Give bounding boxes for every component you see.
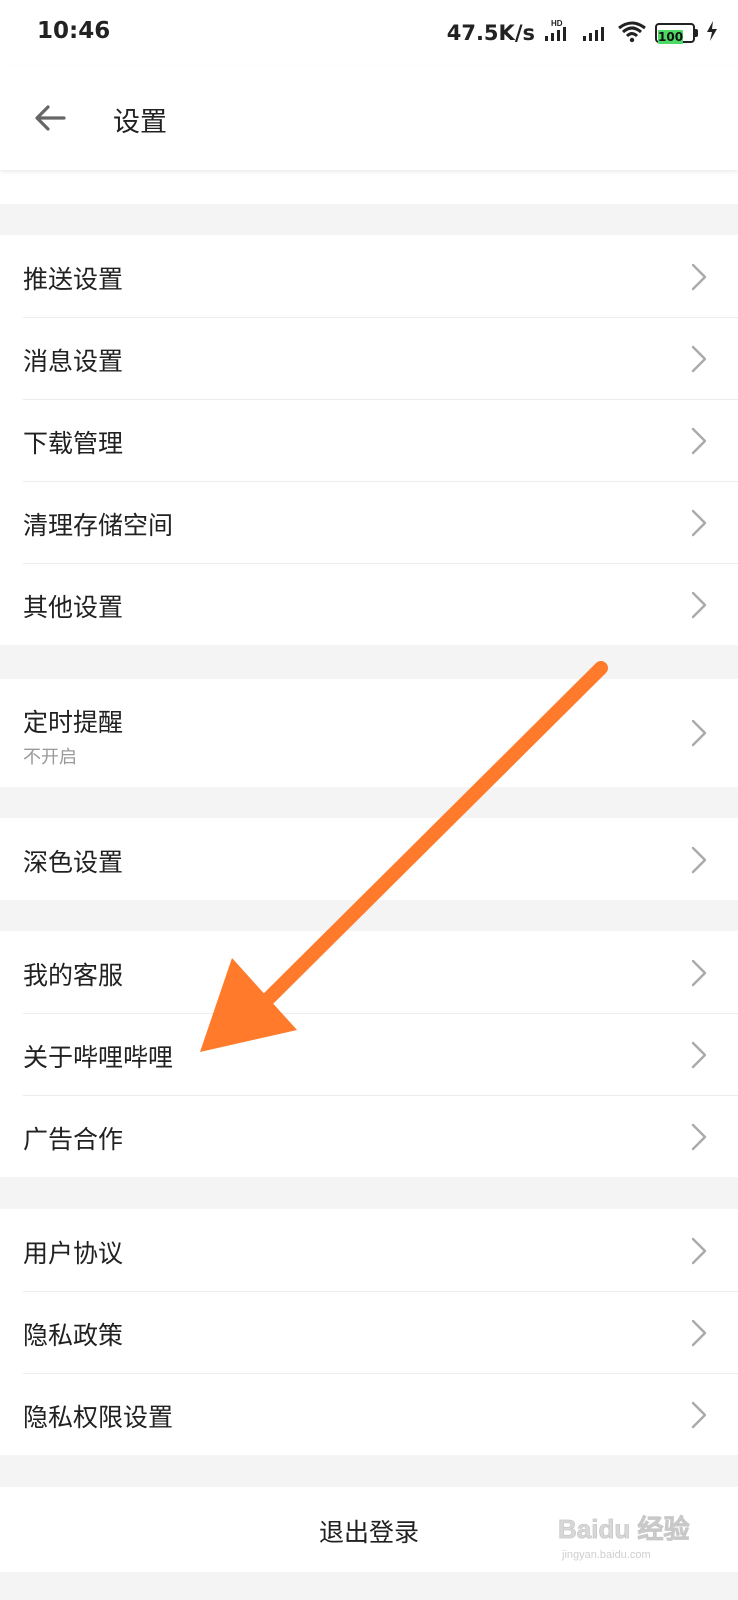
settings-item-user-agreement[interactable]: 用户协议 xyxy=(0,1209,738,1291)
chevron-right-icon xyxy=(691,263,707,291)
settings-item-download[interactable]: 下载管理 xyxy=(0,399,738,481)
chevron-right-icon xyxy=(691,1237,707,1265)
chevron-right-icon xyxy=(691,719,707,747)
chevron-right-icon xyxy=(691,1041,707,1069)
settings-group-theme: 深色设置 xyxy=(0,818,738,900)
settings-item-label: 隐私政策 xyxy=(23,1321,124,1350)
settings-item-customer-service[interactable]: 我的客服 xyxy=(0,931,738,1013)
settings-item-label: 其他设置 xyxy=(23,593,124,622)
signal-icon xyxy=(581,19,609,47)
chevron-right-icon xyxy=(691,427,707,455)
chevron-right-icon xyxy=(691,959,707,987)
settings-item-push[interactable]: 推送设置 xyxy=(0,235,738,317)
settings-group-reminder: 定时提醒 不开启 xyxy=(0,679,738,787)
baidu-watermark: Baidu 经验 jingyan.baidu.com xyxy=(558,1508,698,1568)
page-title: 设置 xyxy=(113,107,167,138)
network-badge: HD xyxy=(551,19,563,28)
signal-icon: HD xyxy=(543,19,573,47)
settings-item-privacy-policy[interactable]: 隐私政策 xyxy=(0,1291,738,1373)
settings-item-label: 用户协议 xyxy=(23,1239,124,1268)
settings-item-message[interactable]: 消息设置 xyxy=(0,317,738,399)
settings-item-label: 广告合作 xyxy=(23,1125,124,1154)
settings-item-label: 关于哔哩哔哩 xyxy=(23,1043,174,1072)
settings-item-label: 下载管理 xyxy=(23,429,124,458)
chevron-right-icon xyxy=(691,591,707,619)
status-time: 10:46 xyxy=(37,18,111,44)
svg-text:Baidu 经验: Baidu 经验 xyxy=(558,1514,689,1544)
settings-item-label: 隐私权限设置 xyxy=(23,1403,174,1432)
settings-group-legal: 用户协议 隐私政策 隐私权限设置 xyxy=(0,1209,738,1455)
settings-item-ads[interactable]: 广告合作 xyxy=(0,1095,738,1177)
settings-group-support: 我的客服 关于哔哩哔哩 广告合作 xyxy=(0,931,738,1177)
chevron-right-icon xyxy=(691,1401,707,1429)
settings-item-label: 推送设置 xyxy=(23,265,124,294)
app-header: 设置 xyxy=(0,66,738,170)
net-speed: 47.5K/s xyxy=(446,21,535,45)
settings-item-label: 清理存储空间 xyxy=(23,511,174,540)
status-icons: 47.5K/s HD 100 xyxy=(447,18,718,48)
chevron-right-icon xyxy=(691,846,707,874)
settings-item-status: 不开启 xyxy=(23,747,77,768)
svg-text:jingyan.baidu.com: jingyan.baidu.com xyxy=(561,1549,651,1561)
settings-item-label: 消息设置 xyxy=(23,347,124,376)
charging-icon xyxy=(706,20,718,46)
settings-item-label: 定时提醒 xyxy=(23,708,124,737)
settings-item-privacy-permissions[interactable]: 隐私权限设置 xyxy=(0,1373,738,1455)
settings-item-timed-reminder[interactable]: 定时提醒 不开启 xyxy=(0,679,738,787)
settings-item-label: 我的客服 xyxy=(23,961,124,990)
back-button[interactable] xyxy=(30,98,70,138)
status-bar: 10:46 47.5K/s HD 100 xyxy=(0,0,738,66)
settings-item-label: 深色设置 xyxy=(23,848,124,877)
wifi-icon xyxy=(617,19,647,47)
battery-level: 100 xyxy=(658,30,684,44)
settings-item-other[interactable]: 其他设置 xyxy=(0,563,738,645)
settings-item-dark-mode[interactable]: 深色设置 xyxy=(0,818,738,900)
settings-item-storage[interactable]: 清理存储空间 xyxy=(0,481,738,563)
back-arrow-icon xyxy=(35,105,66,131)
battery-icon: 100 xyxy=(655,23,698,44)
chevron-right-icon xyxy=(691,345,707,373)
settings-group-general: 推送设置 消息设置 下载管理 清理存储空间 其他设置 xyxy=(0,235,738,645)
chevron-right-icon xyxy=(691,509,707,537)
chevron-right-icon xyxy=(691,1123,707,1151)
settings-item-about[interactable]: 关于哔哩哔哩 xyxy=(0,1013,738,1095)
chevron-right-icon xyxy=(691,1319,707,1347)
